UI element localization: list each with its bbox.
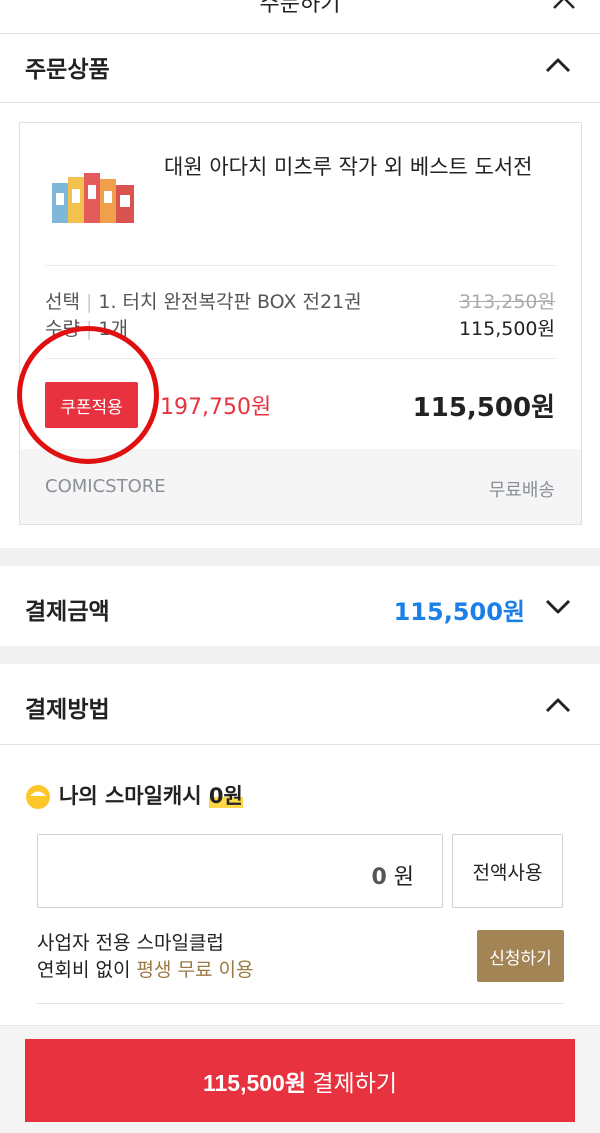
chevron-up-icon[interactable] bbox=[544, 56, 572, 74]
club-line1: 사업자 전용 스마일클럽 bbox=[37, 932, 224, 954]
final-price: 115,500원 bbox=[412, 393, 555, 423]
section-gap bbox=[0, 646, 600, 664]
club-apply-button[interactable]: 신청하기 bbox=[477, 930, 564, 982]
annotation-circle bbox=[17, 326, 159, 464]
product-card: 대원 아다치 미츠루 작가 외 베스트 도서전 선택 | 1. 터치 완전복각판 B… bbox=[19, 122, 582, 525]
option-row: 선택 | 1. 터치 완전복각판 BOX 전21권 bbox=[45, 291, 362, 313]
section-gap bbox=[0, 548, 600, 566]
coupon-price: 197,750원 bbox=[160, 395, 272, 420]
checkout-bar: 115,500원 결제하기 bbox=[0, 1025, 600, 1133]
option-label: 선택 bbox=[45, 291, 80, 313]
book-thumbnail[interactable] bbox=[50, 169, 136, 227]
chevron-down-icon[interactable] bbox=[544, 598, 572, 616]
payment-total: 115,500원 bbox=[393, 598, 525, 626]
chevron-up-icon[interactable] bbox=[544, 696, 572, 714]
sale-price: 115,500원 bbox=[458, 318, 555, 340]
shipping-info: 무료배송 bbox=[488, 480, 555, 501]
smile-cash-input[interactable]: 0 원 bbox=[37, 834, 443, 908]
section-title: 주문상품 bbox=[25, 57, 110, 83]
checkout-button[interactable]: 115,500원 결제하기 bbox=[25, 1039, 575, 1122]
cash-input-unit: 원 bbox=[393, 865, 414, 890]
smile-cash-label: 나의 스마일캐시 bbox=[59, 784, 202, 808]
smile-cash-amount: 0원 bbox=[208, 784, 243, 808]
payment-method-header[interactable]: 결제방법 bbox=[0, 664, 600, 745]
section-title: 결제금액 bbox=[25, 599, 110, 625]
smile-cash-row: 나의 스마일캐시 0원 bbox=[25, 780, 243, 810]
use-all-button[interactable]: 전액사용 bbox=[452, 834, 563, 908]
store-name[interactable]: COMICSTORE bbox=[45, 476, 166, 497]
smile-cash-icon bbox=[26, 785, 50, 809]
section-title: 결제방법 bbox=[25, 697, 110, 723]
top-bar: 주문하기 bbox=[0, 0, 600, 34]
club-line2-highlight: 평생 무료 이용 bbox=[136, 959, 254, 981]
club-line2-prefix: 연회비 없이 bbox=[37, 959, 137, 981]
original-price: 313,250원 bbox=[458, 291, 555, 313]
order-products-header[interactable]: 주문상품 bbox=[0, 34, 600, 103]
smile-club-promo: 사업자 전용 스마일클럽 연회비 없이 평생 무료 이용 bbox=[37, 930, 253, 984]
checkout-label: 결제하기 bbox=[306, 1069, 398, 1096]
divider bbox=[45, 265, 556, 266]
close-icon[interactable] bbox=[550, 0, 578, 12]
product-title[interactable]: 대원 아다치 미츠루 작가 외 베스트 도서전 bbox=[164, 151, 533, 181]
checkout-amount: 115,500원 bbox=[202, 1069, 306, 1096]
option-value: 1. 터치 완전복각판 BOX 전21권 bbox=[98, 291, 362, 313]
divider bbox=[37, 1003, 563, 1004]
cash-input-value: 0 bbox=[371, 865, 387, 890]
page-title: 주문하기 bbox=[259, 0, 341, 17]
